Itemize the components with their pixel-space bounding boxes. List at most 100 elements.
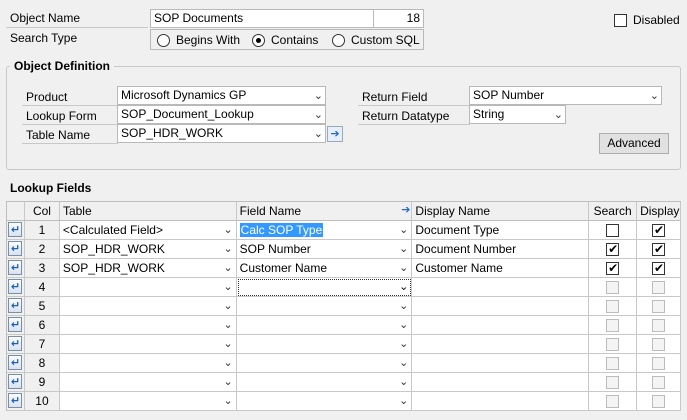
product-dropdown[interactable]: Microsoft Dynamics GP ⌄ [117, 86, 326, 105]
display-checkbox[interactable] [652, 357, 666, 370]
display-checkbox[interactable] [652, 338, 666, 351]
row-field-dropdown[interactable]: ⌄ [236, 297, 413, 316]
row-table-dropdown[interactable]: ⌄ [59, 373, 237, 392]
row-table-dropdown[interactable]: ⌄ [59, 354, 237, 373]
row-table-dropdown[interactable]: ⌄ [59, 278, 237, 297]
row-table-dropdown[interactable]: ⌄ [59, 316, 237, 335]
display-checkbox[interactable] [652, 300, 666, 313]
row-field-dropdown[interactable]: ⌄ [236, 373, 413, 392]
row-field-dropdown[interactable]: Calc SOP Type ⌄ [236, 221, 413, 240]
row-search-cell [589, 259, 638, 278]
row-expand-icon: ↵ [8, 298, 23, 313]
row-field-value: SOP Number [239, 242, 311, 256]
table-row[interactable]: ↵ 6 ⌄ ⌄ [7, 316, 681, 335]
display-checkbox[interactable] [652, 222, 666, 238]
row-field-dropdown[interactable]: ⌄ [236, 316, 413, 335]
row-table-dropdown[interactable]: ⌄ [59, 392, 237, 411]
row-expand-icon: ↵ [8, 241, 23, 256]
row-table-dropdown[interactable]: SOP_HDR_WORK ⌄ [59, 240, 237, 259]
search-checkbox[interactable] [606, 241, 620, 257]
row-table-dropdown[interactable]: ⌄ [59, 297, 237, 316]
row-table-dropdown[interactable]: <Calculated Field> ⌄ [59, 221, 237, 240]
table-row[interactable]: ↵ 9 ⌄ ⌄ [7, 373, 681, 392]
arrow-right-icon[interactable]: ➔ [327, 126, 343, 142]
advanced-button[interactable]: Advanced [599, 133, 669, 154]
row-display-name-field[interactable]: Document Number [412, 240, 590, 259]
table-row[interactable]: ↵ 3 SOP_HDR_WORK ⌄ Customer Name ⌄ Customer Na… [7, 259, 681, 278]
row-display-name-field[interactable] [412, 392, 590, 411]
row-display-name-field[interactable] [412, 278, 590, 297]
search-checkbox[interactable] [606, 281, 620, 294]
radio-begins-with[interactable]: Begins With [157, 33, 240, 47]
chevron-down-icon: ⌄ [399, 318, 409, 331]
row-table-dropdown[interactable]: ⌄ [59, 335, 237, 354]
row-field-dropdown[interactable]: ⌄ [236, 392, 413, 411]
chevron-down-icon: ⌄ [313, 108, 323, 121]
row-expand-button[interactable]: ↵ [7, 335, 25, 354]
lookup-form-dropdown[interactable]: SOP_Document_Lookup ⌄ [117, 105, 326, 124]
row-display-name-field[interactable]: Customer Name [412, 259, 590, 278]
row-expand-button[interactable]: ↵ [7, 392, 25, 411]
chevron-down-icon: ⌄ [223, 280, 233, 293]
table-row[interactable]: ↵ 2 SOP_HDR_WORK ⌄ SOP Number ⌄ Document Numbe… [7, 240, 681, 259]
row-expand-button[interactable]: ↵ [7, 259, 25, 278]
row-display-name-field[interactable] [412, 373, 590, 392]
return-datatype-dropdown[interactable]: String ⌄ [469, 105, 566, 124]
row-display-cell [637, 240, 681, 259]
table-row[interactable]: ↵ 7 ⌄ ⌄ [7, 335, 681, 354]
row-table-dropdown[interactable]: SOP_HDR_WORK ⌄ [59, 259, 237, 278]
return-field-dropdown[interactable]: SOP Number ⌄ [469, 86, 662, 105]
row-expand-icon: ↵ [8, 317, 23, 332]
row-display-name-field[interactable]: Document Type [412, 221, 590, 240]
row-search-cell [589, 297, 638, 316]
row-display-name-field[interactable] [412, 335, 590, 354]
table-row[interactable]: ↵ 4 ⌄ ⌄ [7, 278, 681, 297]
row-expand-button[interactable]: ↵ [7, 297, 25, 316]
row-expand-button[interactable]: ↵ [7, 278, 25, 297]
display-checkbox[interactable] [652, 281, 666, 294]
search-checkbox[interactable] [606, 357, 620, 370]
search-checkbox[interactable] [606, 319, 620, 332]
display-checkbox[interactable] [652, 319, 666, 332]
row-col-number: 6 [24, 316, 60, 335]
display-checkbox[interactable] [652, 241, 666, 257]
row-table-value: SOP_HDR_WORK [62, 242, 165, 256]
radio-contains[interactable]: Contains [252, 33, 318, 47]
display-checkbox[interactable] [652, 376, 666, 389]
row-display-name-field[interactable] [412, 297, 590, 316]
row-expand-button[interactable]: ↵ [7, 373, 25, 392]
row-field-dropdown[interactable]: Customer Name ⌄ [236, 259, 413, 278]
radio-custom-sql[interactable]: Custom SQL [332, 33, 420, 47]
header-display: Display [637, 202, 682, 221]
display-checkbox[interactable] [652, 260, 666, 276]
row-expand-button[interactable]: ↵ [7, 316, 25, 335]
chevron-down-icon: ⌄ [553, 108, 563, 121]
search-checkbox[interactable] [606, 300, 620, 313]
search-checkbox[interactable] [606, 395, 620, 408]
table-row[interactable]: ↵ 10 ⌄ ⌄ [7, 392, 681, 411]
search-checkbox[interactable] [606, 224, 620, 237]
row-expand-button[interactable]: ↵ [7, 354, 25, 373]
row-expand-icon: ↵ [8, 336, 23, 351]
row-field-dropdown[interactable]: ⌄ [236, 278, 413, 297]
row-display-name-field[interactable] [412, 354, 590, 373]
chevron-down-icon: ⌄ [399, 280, 409, 293]
table-row[interactable]: ↵ 8 ⌄ ⌄ [7, 354, 681, 373]
table-name-dropdown[interactable]: SOP_HDR_WORK ⌄ [117, 124, 326, 143]
row-field-value: Calc SOP Type [239, 223, 324, 237]
row-field-dropdown[interactable]: ⌄ [236, 335, 413, 354]
object-name-field[interactable]: SOP Documents [150, 9, 374, 28]
search-checkbox[interactable] [606, 260, 620, 276]
disabled-checkbox[interactable]: Disabled [614, 13, 680, 27]
row-expand-button[interactable]: ↵ [7, 240, 25, 259]
arrow-right-icon[interactable]: ➔ [401, 203, 410, 217]
display-checkbox[interactable] [652, 395, 666, 408]
table-row[interactable]: ↵ 5 ⌄ ⌄ [7, 297, 681, 316]
search-checkbox[interactable] [606, 376, 620, 389]
row-expand-button[interactable]: ↵ [7, 221, 25, 240]
row-display-name-field[interactable] [412, 316, 590, 335]
row-field-dropdown[interactable]: ⌄ [236, 354, 413, 373]
row-field-dropdown[interactable]: SOP Number ⌄ [236, 240, 413, 259]
search-checkbox[interactable] [606, 338, 620, 351]
table-row[interactable]: ↵ 1 <Calculated Field> ⌄ Calc SOP Type ⌄ Docum… [7, 221, 681, 240]
